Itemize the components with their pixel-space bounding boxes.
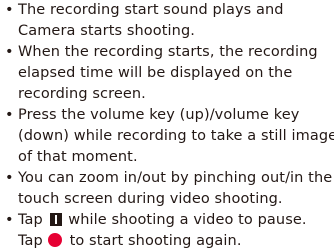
bullet: •: [5, 44, 14, 60]
list-item-text: You can zoom in/out by pinching out/in t…: [18, 170, 333, 186]
list-item: • The recording start sound plays and Ca…: [0, 0, 334, 42]
record-icon: [47, 233, 62, 247]
tap-text: Tap: [18, 233, 43, 249]
list-item-text: When the recording starts, the recording: [18, 44, 318, 60]
list-item-text: (down) while recording to take a still i…: [18, 128, 334, 144]
list-item: • Press the volume key (up)/volume key (…: [0, 105, 334, 168]
bullet: •: [5, 170, 14, 186]
list-item-text: recording screen.: [18, 86, 146, 102]
list-item-text: touch screen during video shooting.: [18, 191, 283, 207]
bullet: •: [5, 107, 14, 123]
pause-instruction: Tap while shooting a video to pause.: [18, 210, 334, 231]
list-item: • You can zoom in/out by pinching out/in…: [0, 168, 334, 210]
pause-instruction-text: while shooting a video to pause.: [68, 212, 307, 228]
list-item-text: The recording start sound plays and: [18, 2, 284, 18]
list-item-text: elapsed time will be displayed on the: [18, 65, 293, 81]
list-item: • Tap while shooting a video to pause. T…: [0, 210, 334, 252]
resume-instruction: Tap to start shooting again.: [18, 231, 334, 252]
list-item: • When the recording starts, the recordi…: [0, 42, 334, 105]
instruction-list: • The recording start sound plays and Ca…: [0, 0, 334, 252]
resume-instruction-text: to start shooting again.: [69, 233, 242, 249]
bullet: •: [5, 212, 14, 228]
list-item-text: of that moment.: [18, 149, 138, 165]
bullet: •: [5, 2, 14, 18]
list-item-text: Press the volume key (up)/volume key: [18, 107, 300, 123]
list-item-text: Camera starts shooting.: [18, 23, 195, 39]
tap-text: Tap: [18, 212, 43, 228]
pause-icon: [49, 213, 62, 226]
